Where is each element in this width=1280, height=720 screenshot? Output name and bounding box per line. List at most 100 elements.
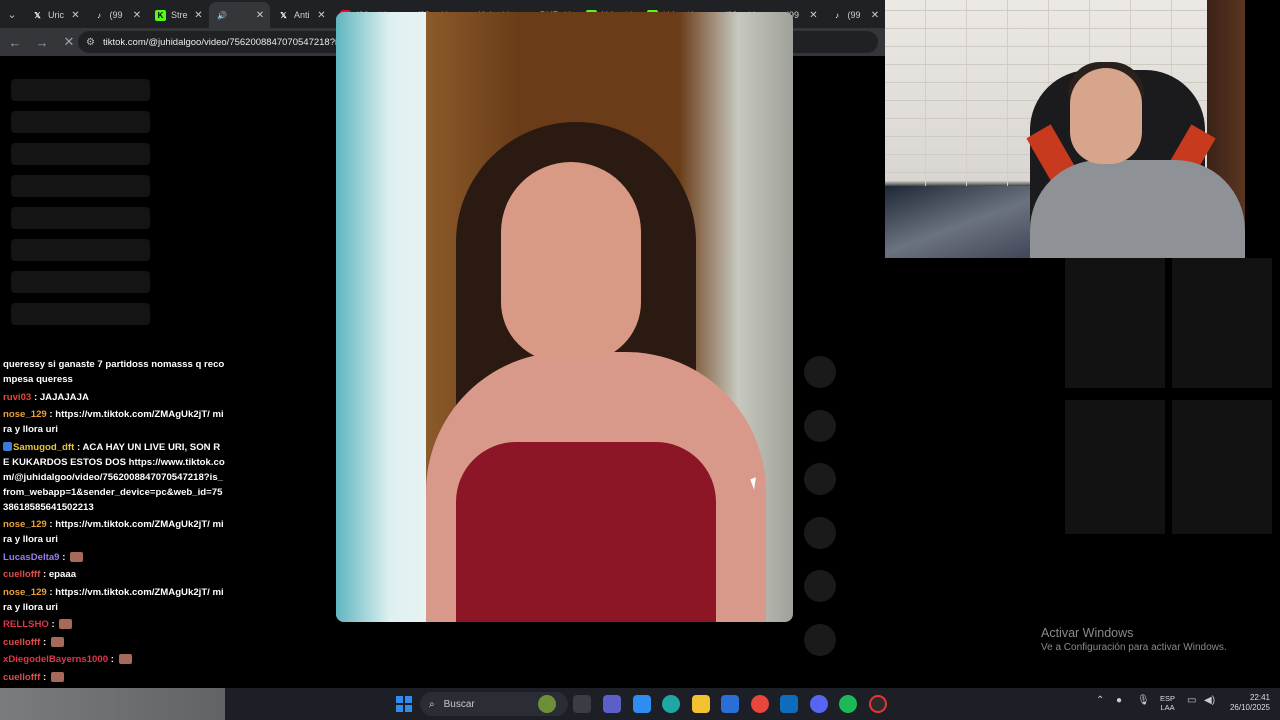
activate-windows-subtitle: Ve a Configuración para activar Windows.	[1041, 642, 1227, 653]
video-subject-top	[456, 442, 716, 622]
chat-username[interactable]: nose_129	[3, 519, 47, 530]
chat-message: xDiegodelBayerns1000 :	[0, 652, 228, 667]
chat-username[interactable]: Samugod_dft	[13, 442, 74, 453]
tab-close-icon[interactable]: ✕	[869, 10, 881, 21]
chat-text: JAJAJAJA	[39, 391, 89, 403]
chat-overlay-tail	[0, 688, 225, 720]
chat-username[interactable]: xDiegodelBayerns1000	[3, 654, 108, 665]
chat-emote-icon	[118, 654, 132, 665]
chat-emote-icon	[50, 636, 64, 647]
tab-close-icon[interactable]: ✕	[193, 10, 205, 21]
task-view-icon[interactable]	[573, 695, 591, 713]
kick-icon: K	[155, 9, 166, 21]
keyboard-layout: LAA	[1160, 703, 1175, 712]
stream-chat-overlay: queressy si ganaste 7 partidoss nomasss …	[0, 357, 228, 687]
language-code: ESP	[1160, 694, 1176, 703]
chat-username[interactable]: RELLSHO	[3, 619, 49, 630]
sidebar-skeleton	[11, 303, 150, 325]
chat-message: cuellofff : epaaa	[0, 567, 228, 582]
placeholder-tile	[1065, 258, 1165, 388]
sidebar-skeleton	[11, 175, 150, 197]
chat-username[interactable]: LucasDelta9	[3, 552, 60, 563]
microphone-icon[interactable]: 🎙	[1137, 695, 1150, 706]
sidebar-skeleton	[11, 143, 150, 165]
chrome-icon[interactable]	[751, 695, 769, 713]
chat-message: nose_129 : https://vm.tiktok.com/ZMAgUk2…	[0, 585, 228, 615]
sidebar-skeleton	[11, 271, 150, 293]
chat-separator: :	[48, 619, 58, 630]
widgets-icon[interactable]	[538, 695, 556, 713]
windows-start-icon[interactable]	[396, 696, 412, 712]
chat-username[interactable]: nose_129	[3, 587, 47, 598]
chat-separator: :	[108, 654, 117, 665]
network-icon[interactable]: ▭	[1187, 695, 1196, 706]
store-icon[interactable]	[721, 695, 739, 713]
chat-username[interactable]: cuellofff	[3, 672, 40, 683]
video-player[interactable]	[336, 12, 793, 622]
chat-message: nose_129 : https://vm.tiktok.com/ZMAgUk2…	[0, 407, 228, 437]
clock-date: 26/10/2025	[1229, 703, 1270, 712]
spotify-icon[interactable]	[839, 695, 857, 713]
chat-separator: :	[46, 519, 56, 530]
tab-title: Uric	[48, 10, 64, 20]
tab-close-icon[interactable]: ✕	[254, 10, 266, 21]
video-actions	[804, 356, 836, 677]
chat-message: Samugod_dft : ACA HAY UN LIVE URI, SON R…	[0, 440, 228, 515]
avatar-action-button[interactable]	[804, 356, 836, 388]
comment-action-button[interactable]	[804, 463, 836, 495]
tray-overflow-icon[interactable]: ⌃	[1096, 695, 1104, 706]
volume-icon[interactable]: ◀)	[1204, 695, 1215, 706]
chat-username[interactable]: cuellofff	[3, 637, 40, 648]
browser-tab[interactable]: K Stre ✕	[147, 2, 209, 28]
tab-close-icon[interactable]: ✕	[316, 10, 328, 21]
video-background	[336, 12, 426, 622]
forward-arrow-icon[interactable]: →	[30, 30, 54, 54]
share-action-button[interactable]	[804, 570, 836, 602]
site-settings-icon[interactable]: ⚙	[86, 37, 95, 48]
tab-title: Anti	[294, 10, 310, 20]
music-action-button[interactable]	[804, 623, 836, 656]
tray-app-icon[interactable]: ●	[1116, 695, 1122, 706]
browser-tab[interactable]: 🔊 ✕	[208, 2, 270, 28]
browser-tab[interactable]: ♪ (99 ✕	[824, 2, 886, 28]
taskbar-search-label[interactable]: Buscar	[444, 699, 475, 710]
edge-icon[interactable]	[662, 695, 680, 713]
chat-emote-icon	[50, 671, 64, 682]
chat-username[interactable]: ruvi03	[3, 392, 31, 403]
tab-close-icon[interactable]: ✕	[70, 10, 82, 21]
chat-message: RELLSHO :	[0, 617, 228, 632]
language-indicator[interactable]: ESP LAA	[1160, 694, 1175, 712]
file-explorer-icon[interactable]	[692, 695, 710, 713]
like-action-button[interactable]	[804, 409, 836, 442]
tab-close-icon[interactable]: ✕	[808, 10, 820, 21]
tab-title: (99	[109, 10, 123, 20]
taskbar-clock[interactable]: 22:41 26/10/2025	[1226, 693, 1270, 713]
back-arrow-icon[interactable]: ←	[3, 30, 27, 54]
browser-tab[interactable]: 𝕏 Anti ✕	[270, 2, 332, 28]
obs-icon[interactable]	[869, 695, 887, 713]
x-logo-icon: 𝕏	[280, 10, 287, 20]
tab-title: (99	[847, 10, 861, 20]
save-action-button[interactable]	[804, 516, 836, 549]
tab-search-icon[interactable]: ⌄	[0, 0, 24, 28]
video-subject-face	[501, 162, 641, 362]
teams-icon[interactable]	[603, 695, 621, 713]
webcam-feed	[885, 0, 1245, 258]
chat-separator: :	[40, 569, 49, 580]
copilot-icon[interactable]	[633, 695, 651, 713]
sidebar-skeleton	[11, 207, 150, 229]
browser-tab[interactable]: ♪ (99 ✕	[86, 2, 148, 28]
chat-separator: :	[59, 551, 69, 563]
browser-tab[interactable]: 𝕏 Uric ✕	[24, 2, 86, 28]
clock-time: 22:41	[1249, 693, 1270, 702]
chat-username[interactable]: cuellofff	[3, 569, 40, 580]
chat-emote-icon	[59, 619, 73, 630]
tab-close-icon[interactable]: ✕	[131, 10, 143, 21]
discord-icon[interactable]	[810, 695, 828, 713]
outlook-icon[interactable]	[780, 695, 798, 713]
streamer-body	[1030, 160, 1245, 258]
chat-username[interactable]: nose_129	[3, 409, 47, 420]
audio-playing-icon: 🔊	[217, 10, 227, 20]
chat-separator: :	[31, 391, 40, 403]
sidebar-skeleton	[11, 79, 150, 101]
